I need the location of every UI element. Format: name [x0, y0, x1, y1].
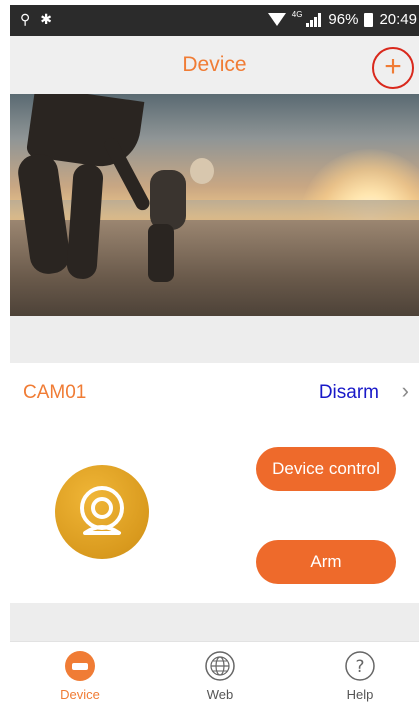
- signal-icon: [306, 12, 324, 27]
- debug-bug-icon: ✱: [40, 11, 52, 27]
- app-screen: ⚲ ✱ 4G 96% 20:49 Device + CAM01 Disarm ›…: [10, 5, 419, 705]
- help-icon: ?: [345, 651, 375, 681]
- spacer-bottom: [10, 603, 419, 641]
- battery-percent: 96%: [328, 11, 359, 28]
- status-bar: ⚲ ✱ 4G 96% 20:49: [10, 5, 419, 36]
- tab-web[interactable]: Web: [170, 642, 270, 705]
- spacer: [10, 316, 419, 363]
- plus-icon: +: [384, 50, 402, 83]
- wifi-icon: [267, 13, 286, 26]
- arm-status-link[interactable]: Disarm: [319, 382, 379, 404]
- usb-icon: ⚲: [20, 11, 31, 27]
- banner-image: [10, 94, 419, 316]
- device-card[interactable]: CAM01 Disarm › Device control Arm: [10, 363, 419, 603]
- webcam-icon: [80, 486, 124, 535]
- tab-device[interactable]: Device: [30, 642, 130, 705]
- camera-icon[interactable]: [55, 465, 149, 559]
- child-legs: [148, 224, 174, 282]
- device-name[interactable]: CAM01: [23, 382, 86, 404]
- battery-icon: [364, 12, 374, 27]
- tab-device-label: Device: [60, 687, 100, 702]
- add-device-button[interactable]: +: [372, 47, 414, 89]
- device-control-button[interactable]: Device control: [256, 447, 396, 491]
- tab-help-label: Help: [346, 687, 374, 702]
- chevron-right-icon[interactable]: ›: [402, 378, 409, 404]
- network-type: 4G: [291, 10, 303, 19]
- tab-web-label: Web: [206, 687, 234, 702]
- globe-icon: [205, 651, 235, 681]
- child-silhouette: [150, 170, 186, 230]
- page-title: Device: [182, 53, 247, 76]
- svg-text:?: ?: [355, 657, 364, 677]
- child-head: [190, 158, 214, 184]
- app-header: Device +: [10, 36, 419, 94]
- device-icon: [65, 651, 95, 681]
- arm-button[interactable]: Arm: [256, 540, 396, 584]
- bottom-tab-bar: Device Web ? Help: [10, 641, 419, 705]
- clock: 20:49: [379, 11, 417, 28]
- tab-help[interactable]: ? Help: [310, 642, 410, 705]
